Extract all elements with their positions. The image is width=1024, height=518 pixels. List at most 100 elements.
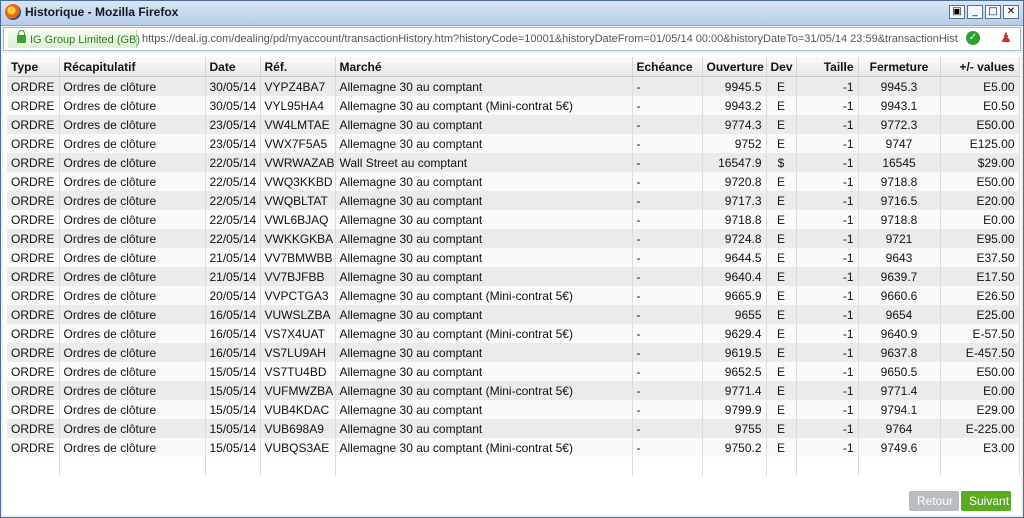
cell-date: 21/05/14 xyxy=(205,267,261,286)
cell-pnl: E29.00 xyxy=(940,400,1020,419)
cell-expiry: - xyxy=(632,229,703,248)
header-summary[interactable]: Récapitulatif xyxy=(59,57,206,77)
cell-expiry: - xyxy=(632,343,703,362)
table-row[interactable]: ORDRE Ordres de clôture 16/05/14 VUWSLZBA Al… xyxy=(7,305,1020,324)
table-row[interactable]: ORDRE Ordres de clôture 15/05/14 VUFMWZBA Al… xyxy=(7,381,1020,400)
cell-size: -1 xyxy=(796,76,859,96)
table-row[interactable]: ORDRE Ordres de clôture 15/05/14 VUBQS3AE Al… xyxy=(7,438,1020,457)
table-row[interactable]: ORDRE Ordres de clôture 22/05/14 VWQ3KKBD Al… xyxy=(7,172,1020,191)
address-bar[interactable]: IG Group Limited (GB) https://deal.ig.co… xyxy=(3,27,1021,51)
cell-size: -1 xyxy=(796,438,859,457)
table-row[interactable]: ORDRE Ordres de clôture 22/05/14 VWQBLTAT Al… xyxy=(7,191,1020,210)
cell-summary: Ordres de clôture xyxy=(59,248,206,267)
cell-summary: Ordres de clôture xyxy=(59,286,206,305)
empty-cell xyxy=(335,457,633,476)
cell-summary: Ordres de clôture xyxy=(59,305,206,324)
cell-ref: VVPCTGA3 xyxy=(260,286,336,305)
cell-closing: 9747 xyxy=(858,134,941,153)
cell-size: -1 xyxy=(796,210,859,229)
empty-cell xyxy=(205,457,261,476)
cell-opening: 9799.9 xyxy=(702,400,767,419)
title-bar: Historique - Mozilla Firefox ▣ _ □ ✕ xyxy=(1,1,1023,26)
cell-type: ORDRE xyxy=(7,324,60,343)
cell-size: -1 xyxy=(796,286,859,305)
header-date[interactable]: Date xyxy=(205,57,261,77)
cell-closing: 9654 xyxy=(858,305,941,324)
cell-ref: VUB698A9 xyxy=(260,419,336,438)
cell-type: ORDRE xyxy=(7,96,60,115)
table-row[interactable]: ORDRE Ordres de clôture 16/05/14 VS7LU9AH Al… xyxy=(7,343,1020,362)
table-row[interactable]: ORDRE Ordres de clôture 30/05/14 VYPZ4BA7 Al… xyxy=(7,76,1020,96)
header-currency[interactable]: Dev xyxy=(766,57,797,77)
table-row[interactable]: ORDRE Ordres de clôture 21/05/14 VV7BJFBB Al… xyxy=(7,267,1020,286)
transaction-history-table: Type Récapitulatif Date Réf. Marché Eché… xyxy=(7,57,1020,476)
cell-summary: Ordres de clôture xyxy=(59,229,206,248)
back-button[interactable]: Retour xyxy=(909,491,959,511)
table-row[interactable]: ORDRE Ordres de clôture 22/05/14 VWRWAZAB Wa… xyxy=(7,153,1020,172)
header-opening[interactable]: Ouverture xyxy=(702,57,767,77)
cell-currency: E xyxy=(766,134,797,153)
cell-type: ORDRE xyxy=(7,153,60,172)
maximize-button[interactable]: □ xyxy=(985,5,1001,19)
cell-type: ORDRE xyxy=(7,400,60,419)
cell-date: 15/05/14 xyxy=(205,438,261,457)
table-row[interactable]: ORDRE Ordres de clôture 15/05/14 VUB698A9 Al… xyxy=(7,419,1020,438)
header-market[interactable]: Marché xyxy=(335,57,633,77)
close-button[interactable]: ✕ xyxy=(1003,5,1019,19)
header-ref[interactable]: Réf. xyxy=(260,57,336,77)
cell-summary: Ordres de clôture xyxy=(59,362,206,381)
table-row[interactable]: ORDRE Ordres de clôture 30/05/14 VYL95HA4 Al… xyxy=(7,96,1020,115)
table-row[interactable]: ORDRE Ordres de clôture 16/05/14 VS7X4UAT Al… xyxy=(7,324,1020,343)
cell-size: -1 xyxy=(796,305,859,324)
cell-ref: VWQBLTAT xyxy=(260,191,336,210)
url-text[interactable]: https://deal.ig.com/dealing/pd/myaccount… xyxy=(142,33,958,45)
cell-type: ORDRE xyxy=(7,248,60,267)
cell-date: 22/05/14 xyxy=(205,210,261,229)
cell-expiry: - xyxy=(632,286,703,305)
window-title: Historique - Mozilla Firefox xyxy=(25,5,179,19)
cell-market: Allemagne 30 au comptant xyxy=(335,134,633,153)
header-expiry[interactable]: Echéance xyxy=(632,57,703,77)
header-pnl[interactable]: +/- values xyxy=(940,57,1020,77)
site-identity-badge[interactable]: IG Group Limited (GB) xyxy=(8,30,140,48)
cell-date: 15/05/14 xyxy=(205,362,261,381)
table-row[interactable]: ORDRE Ordres de clôture 22/05/14 VWKKGKBA Al… xyxy=(7,229,1020,248)
next-button[interactable]: Suivant xyxy=(961,491,1011,511)
cell-size: -1 xyxy=(796,419,859,438)
check-icon[interactable]: ✓ xyxy=(966,31,980,45)
header-closing[interactable]: Fermeture xyxy=(858,57,941,77)
header-size[interactable]: Taille xyxy=(796,57,859,77)
cell-expiry: - xyxy=(632,438,703,457)
cell-closing: 9943.1 xyxy=(858,96,941,115)
table-row[interactable]: ORDRE Ordres de clôture 20/05/14 VVPCTGA3 Al… xyxy=(7,286,1020,305)
cell-date: 22/05/14 xyxy=(205,191,261,210)
cell-currency: E xyxy=(766,324,797,343)
cell-pnl: E17.50 xyxy=(940,267,1020,286)
table-row[interactable]: ORDRE Ordres de clôture 23/05/14 VWX7F5A5 Al… xyxy=(7,134,1020,153)
cell-expiry: - xyxy=(632,76,703,96)
cell-size: -1 xyxy=(796,267,859,286)
cell-pnl: E0.50 xyxy=(940,96,1020,115)
cell-closing: 9945.3 xyxy=(858,76,941,96)
header-type[interactable]: Type xyxy=(7,57,60,77)
restore-icon[interactable]: ▣ xyxy=(949,5,965,19)
cell-ref: VW4LMTAE xyxy=(260,115,336,134)
cell-pnl: E0.00 xyxy=(940,381,1020,400)
empty-cell xyxy=(702,457,767,476)
toolbar-tool-icon[interactable]: ♟ xyxy=(999,32,1013,46)
table-row[interactable]: ORDRE Ordres de clôture 23/05/14 VW4LMTAE Al… xyxy=(7,115,1020,134)
cell-pnl: $29.00 xyxy=(940,153,1020,172)
table-row[interactable]: ORDRE Ordres de clôture 15/05/14 VUB4KDAC Al… xyxy=(7,400,1020,419)
empty-cell xyxy=(59,457,206,476)
cell-market: Allemagne 30 au comptant xyxy=(335,362,633,381)
table-row[interactable]: ORDRE Ordres de clôture 15/05/14 VS7TU4BD Al… xyxy=(7,362,1020,381)
minimize-button[interactable]: _ xyxy=(967,5,983,19)
cell-ref: VUB4KDAC xyxy=(260,400,336,419)
cell-date: 30/05/14 xyxy=(205,76,261,96)
cell-summary: Ordres de clôture xyxy=(59,381,206,400)
table-row[interactable]: ORDRE Ordres de clôture 21/05/14 VV7BMWBB Al… xyxy=(7,248,1020,267)
cell-opening: 9717.3 xyxy=(702,191,767,210)
table-row[interactable]: ORDRE Ordres de clôture 22/05/14 VWL6BJAQ Al… xyxy=(7,210,1020,229)
cell-opening: 9644.5 xyxy=(702,248,767,267)
cell-opening: 9652.5 xyxy=(702,362,767,381)
